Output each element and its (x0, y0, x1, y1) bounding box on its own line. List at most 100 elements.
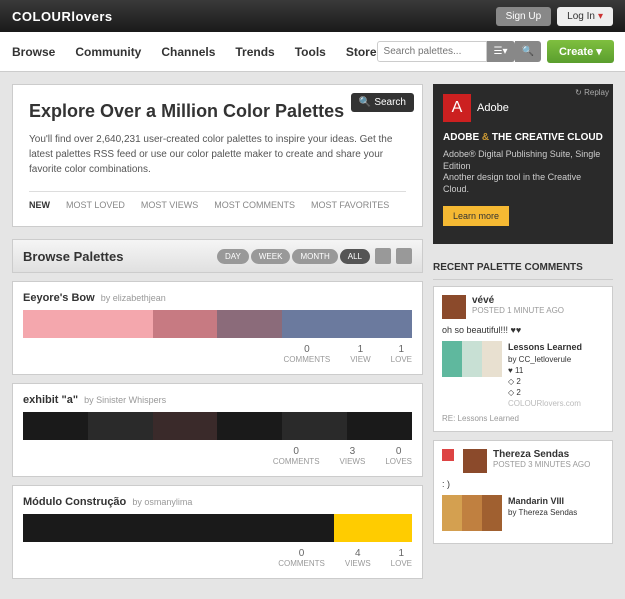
ad-adobe[interactable]: ↻ Replay A Adobe ADOBE & THE CREATIVE CL… (433, 84, 613, 244)
navbar: Browse Community Channels Trends Tools S… (0, 32, 625, 72)
swatch[interactable] (282, 310, 347, 338)
palette-name[interactable]: Eeyore's Bow (23, 292, 95, 304)
palette-item[interactable]: exhibit "a" by Sinister Whispers 0COMMENT… (12, 383, 423, 477)
swatch[interactable] (23, 412, 88, 440)
stat: 1LOVE (391, 548, 412, 568)
search-box: ☰▾ 🔍 (377, 41, 541, 62)
avatar[interactable] (463, 449, 487, 473)
nav-right: ☰▾ 🔍 Create▾ (377, 40, 614, 63)
chevron-down-icon: ▾ (596, 45, 602, 58)
comment-user[interactable]: Thereza Sendas (493, 449, 590, 460)
comment-header: vévéPOSTED 1 MINUTE AGO (442, 295, 604, 319)
palette-title: Eeyore's Bow by elizabethjean (23, 292, 412, 304)
stat: 1LOVE (391, 344, 412, 364)
browse-title: Browse Palettes (23, 249, 123, 264)
mini-swatches (442, 495, 502, 531)
comment-palette[interactable]: Lessons Learnedby CC_letloverule♥ 11◇ 2◇… (442, 341, 604, 410)
time-filters: DAY WEEK MONTH ALL (217, 248, 412, 264)
view-grid-icon[interactable] (375, 248, 391, 264)
stat: 3VIEWS (340, 446, 366, 466)
palette-swatches (23, 310, 412, 338)
comment-time: POSTED 1 MINUTE AGO (472, 306, 564, 315)
palette-swatches (23, 412, 412, 440)
palette-author[interactable]: by Sinister Whispers (84, 395, 166, 405)
search-submit[interactable]: 🔍 (515, 41, 541, 62)
mini-info: Lessons Learnedby CC_letloverule♥ 11◇ 2◇… (508, 341, 582, 410)
hero-title: Explore Over a Million Color Palettes (29, 101, 406, 122)
nav-trends[interactable]: Trends (235, 45, 274, 59)
swatch[interactable] (347, 310, 412, 338)
tab-most-favorites[interactable]: MOST FAVORITES (311, 200, 389, 210)
palette-author[interactable]: by elizabethjean (101, 293, 166, 303)
comment-palette[interactable]: Mandarin VIIIby Thereza Sendas (442, 495, 604, 531)
swatch[interactable] (88, 412, 153, 440)
create-button[interactable]: Create▾ (547, 40, 614, 63)
filter-month[interactable]: MONTH (292, 249, 337, 264)
comment-body: : ) (442, 479, 604, 489)
hero-search-button[interactable]: 🔍Search (351, 93, 414, 112)
swatch[interactable] (282, 412, 347, 440)
swatch[interactable] (334, 514, 412, 542)
logo[interactable]: COLOURlovers (12, 9, 113, 24)
hero-desc: You'll find over 2,640,231 user-created … (29, 132, 406, 177)
stat: 0COMMENTS (273, 446, 320, 466)
ad-replay[interactable]: ↻ Replay (575, 88, 609, 97)
palette-title: Módulo Construção by osmanylima (23, 496, 412, 508)
tab-most-views[interactable]: MOST VIEWS (141, 200, 198, 210)
sidebar-header: RECENT PALETTE COMMENTS (433, 256, 613, 280)
tab-new[interactable]: NEW (29, 200, 50, 210)
tab-most-comments[interactable]: MOST COMMENTS (214, 200, 295, 210)
auth-buttons: Sign Up Log In▾ (496, 7, 613, 26)
palette-title: exhibit "a" by Sinister Whispers (23, 394, 412, 406)
hero: 🔍Search Explore Over a Million Color Pal… (12, 84, 423, 227)
comment-user[interactable]: vévé (472, 295, 564, 306)
swatch[interactable] (101, 514, 179, 542)
nav-channels[interactable]: Channels (161, 45, 215, 59)
filter-day[interactable]: DAY (217, 249, 249, 264)
swatch[interactable] (347, 412, 412, 440)
mini-info: Mandarin VIIIby Thereza Sendas (508, 495, 577, 531)
swatch[interactable] (23, 310, 88, 338)
sidebar: ↻ Replay A Adobe ADOBE & THE CREATIVE CL… (433, 84, 613, 587)
hero-tabs: NEW MOST LOVED MOST VIEWS MOST COMMENTS … (29, 191, 406, 210)
swatch[interactable] (217, 310, 282, 338)
search-input[interactable] (377, 41, 487, 62)
swatch[interactable] (217, 412, 282, 440)
palette-item[interactable]: Módulo Construção by osmanylima 0COMMENTS… (12, 485, 423, 579)
signup-button[interactable]: Sign Up (496, 7, 552, 26)
swatch[interactable] (153, 412, 218, 440)
comment-header: Thereza SendasPOSTED 3 MINUTES AGO (442, 449, 604, 473)
palette-swatches (23, 514, 412, 542)
comment-re[interactable]: RE: Lessons Learned (442, 414, 604, 423)
content: 🔍Search Explore Over a Million Color Pal… (0, 72, 625, 599)
avatar[interactable] (442, 295, 466, 319)
ad-brand: Adobe (477, 102, 509, 114)
swatch[interactable] (256, 514, 334, 542)
tab-most-loved[interactable]: MOST LOVED (66, 200, 125, 210)
comment-item: Thereza SendasPOSTED 3 MINUTES AGO : ) Man… (433, 440, 613, 544)
nav-browse[interactable]: Browse (12, 45, 55, 59)
nav-tools[interactable]: Tools (295, 45, 326, 59)
palette-list: Eeyore's Bow by elizabethjean0COMMENTS1V… (12, 281, 423, 579)
heart-icon (442, 449, 454, 461)
search-type-button[interactable]: ☰▾ (487, 41, 515, 62)
nav-store[interactable]: Store (346, 45, 377, 59)
palette-item[interactable]: Eeyore's Bow by elizabethjean0COMMENTS1V… (12, 281, 423, 375)
swatch[interactable] (153, 310, 218, 338)
ad-sub: Adobe® Digital Publishing Suite, Single … (443, 149, 603, 196)
filter-week[interactable]: WEEK (251, 249, 291, 264)
view-list-icon[interactable] (396, 248, 412, 264)
ad-cta-button[interactable]: Learn more (443, 206, 509, 226)
login-button[interactable]: Log In▾ (557, 7, 613, 26)
palette-name[interactable]: exhibit "a" (23, 394, 78, 406)
nav-community[interactable]: Community (75, 45, 141, 59)
palette-stats: 0COMMENTS4VIEWS1LOVE (23, 548, 412, 568)
swatch[interactable] (88, 310, 153, 338)
swatch[interactable] (179, 514, 257, 542)
palette-author[interactable]: by osmanylima (132, 497, 192, 507)
topbar: COLOURlovers Sign Up Log In▾ (0, 0, 625, 32)
chevron-down-icon: ▾ (598, 11, 603, 22)
swatch[interactable] (23, 514, 101, 542)
filter-all[interactable]: ALL (340, 249, 370, 264)
palette-name[interactable]: Módulo Construção (23, 496, 126, 508)
